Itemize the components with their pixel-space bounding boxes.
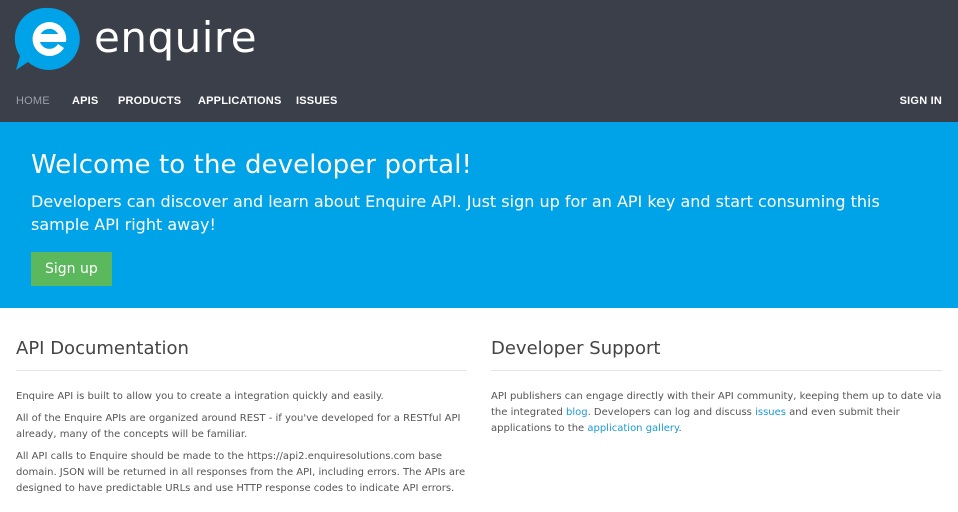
brand[interactable]: enquire [14, 6, 257, 72]
issues-link[interactable]: issues [755, 407, 786, 418]
hero-title: Welcome to the developer portal! [31, 150, 473, 180]
nav-home[interactable]: HOME [16, 95, 50, 107]
hero-banner: Welcome to the developer portal! Develop… [0, 122, 958, 308]
nav-apis[interactable]: APIS [72, 95, 98, 107]
nav-products[interactable]: PRODUCTS [118, 95, 181, 107]
brand-name: enquire [94, 12, 258, 62]
support-text: . [678, 423, 682, 434]
support-text: . Developers can log and discuss [587, 407, 756, 418]
application-gallery-link[interactable]: application gallery [587, 423, 678, 434]
support-paragraph: API publishers can engage directly with … [491, 389, 942, 437]
enquire-logo-icon[interactable] [14, 6, 84, 72]
section-title: API Documentation [16, 338, 467, 371]
nav-applications[interactable]: APPLICATIONS [198, 95, 281, 107]
nav-issues[interactable]: ISSUES [296, 95, 338, 107]
main-nav: HOME APIS PRODUCTS APPLICATIONS ISSUES S… [0, 90, 958, 114]
main-content: API Documentation Enquire API is built t… [0, 308, 958, 503]
hero-subtitle: Developers can discover and learn about … [31, 192, 880, 234]
site-header: enquire HOME APIS PRODUCTS APPLICATIONS … [0, 0, 958, 122]
api-documentation-section: API Documentation Enquire API is built t… [16, 338, 467, 503]
docs-paragraph: All of the Enquire APIs are organized ar… [16, 413, 461, 440]
docs-paragraph: All API calls to Enquire should be made … [16, 451, 466, 494]
developer-support-section: Developer Support API publishers can eng… [491, 338, 942, 503]
docs-paragraph: Enquire API is built to allow you to cre… [16, 391, 384, 402]
blog-link[interactable]: blog [566, 407, 588, 418]
section-title: Developer Support [491, 338, 942, 371]
sign-up-button[interactable]: Sign up [31, 252, 112, 286]
nav-sign-in[interactable]: SIGN IN [900, 95, 942, 107]
